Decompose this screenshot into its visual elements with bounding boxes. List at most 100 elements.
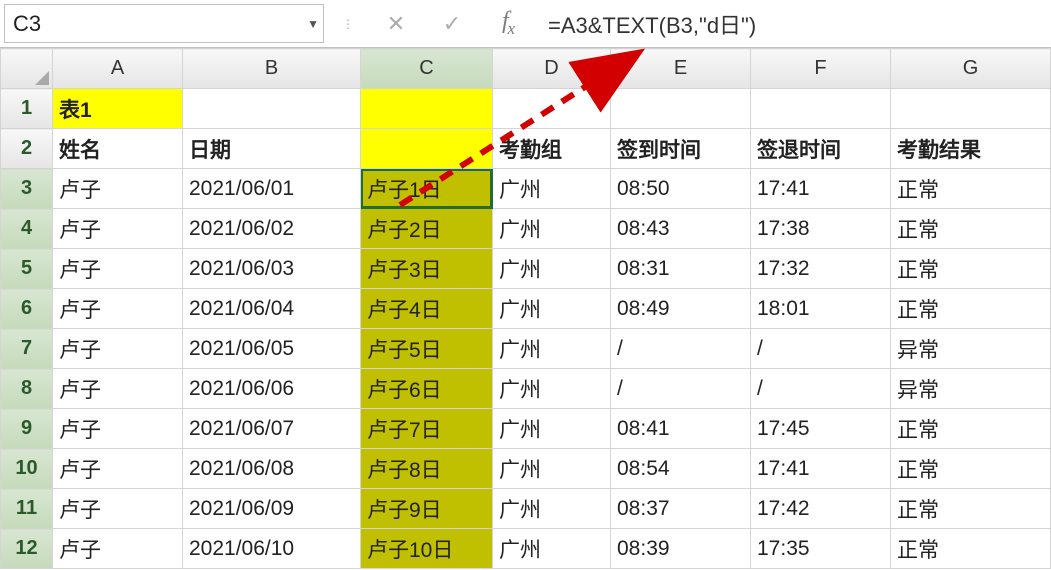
- name-box[interactable]: C3 ▼: [4, 4, 324, 43]
- row-header[interactable]: 10: [1, 449, 53, 489]
- row-header[interactable]: 2: [1, 129, 53, 169]
- row-header[interactable]: 4: [1, 209, 53, 249]
- spreadsheet-grid[interactable]: ABCDEFG 1表12姓名日期考勤组签到时间签退时间考勤结果3卢子2021/0…: [0, 48, 1051, 570]
- cell[interactable]: 08:37: [611, 489, 751, 529]
- cell[interactable]: [361, 129, 493, 169]
- cell[interactable]: 卢子: [53, 529, 183, 569]
- row-header[interactable]: 8: [1, 369, 53, 409]
- cell[interactable]: 正常: [891, 449, 1051, 489]
- cell[interactable]: 17:42: [751, 489, 891, 529]
- row-header[interactable]: 1: [1, 89, 53, 129]
- cell[interactable]: [611, 89, 751, 129]
- column-header-C[interactable]: C: [361, 49, 493, 89]
- cell[interactable]: 正常: [891, 169, 1051, 209]
- cell[interactable]: 08:43: [611, 209, 751, 249]
- column-header-A[interactable]: A: [53, 49, 183, 89]
- cell[interactable]: 卢子6日: [361, 369, 493, 409]
- cell[interactable]: 08:41: [611, 409, 751, 449]
- cell[interactable]: 2021/06/09: [183, 489, 361, 529]
- cell[interactable]: 17:45: [751, 409, 891, 449]
- column-header-B[interactable]: B: [183, 49, 361, 89]
- cell[interactable]: 2021/06/05: [183, 329, 361, 369]
- name-box-dropdown-icon[interactable]: ▼: [307, 17, 319, 31]
- row-header[interactable]: 7: [1, 329, 53, 369]
- cell[interactable]: 2021/06/10: [183, 529, 361, 569]
- cell[interactable]: [183, 89, 361, 129]
- cell[interactable]: 17:35: [751, 529, 891, 569]
- cell[interactable]: 卢子: [53, 249, 183, 289]
- cell[interactable]: 广州: [493, 209, 611, 249]
- cell[interactable]: 广州: [493, 169, 611, 209]
- formula-input[interactable]: =A3&TEXT(B3,"d日"): [536, 0, 1051, 47]
- cell[interactable]: 2021/06/04: [183, 289, 361, 329]
- row-header[interactable]: 9: [1, 409, 53, 449]
- cell[interactable]: 广州: [493, 249, 611, 289]
- cell[interactable]: 卢子: [53, 169, 183, 209]
- column-header-G[interactable]: G: [891, 49, 1051, 89]
- enter-button[interactable]: ✓: [424, 0, 480, 47]
- cancel-button[interactable]: ✕: [368, 0, 424, 47]
- column-header-D[interactable]: D: [493, 49, 611, 89]
- cell[interactable]: 卢子5日: [361, 329, 493, 369]
- select-all-corner[interactable]: [1, 49, 53, 89]
- row-header[interactable]: 5: [1, 249, 53, 289]
- cell[interactable]: 2021/06/02: [183, 209, 361, 249]
- cell[interactable]: 卢子: [53, 489, 183, 529]
- cell[interactable]: 姓名: [53, 129, 183, 169]
- cell[interactable]: 异常: [891, 329, 1051, 369]
- cell[interactable]: [751, 89, 891, 129]
- cell[interactable]: 签退时间: [751, 129, 891, 169]
- cell[interactable]: 正常: [891, 209, 1051, 249]
- cell[interactable]: /: [611, 329, 751, 369]
- row-header[interactable]: 11: [1, 489, 53, 529]
- cell[interactable]: 卢子7日: [361, 409, 493, 449]
- column-header-F[interactable]: F: [751, 49, 891, 89]
- cell[interactable]: 正常: [891, 289, 1051, 329]
- cell[interactable]: 卢子: [53, 369, 183, 409]
- row-header[interactable]: 6: [1, 289, 53, 329]
- cell[interactable]: 17:32: [751, 249, 891, 289]
- row-header[interactable]: 3: [1, 169, 53, 209]
- cell[interactable]: 卢子2日: [361, 209, 493, 249]
- cell[interactable]: 2021/06/08: [183, 449, 361, 489]
- cell[interactable]: 2021/06/06: [183, 369, 361, 409]
- cell[interactable]: 17:38: [751, 209, 891, 249]
- column-header-E[interactable]: E: [611, 49, 751, 89]
- cell[interactable]: /: [751, 369, 891, 409]
- cell[interactable]: 卢子1日: [361, 169, 493, 209]
- cell[interactable]: 签到时间: [611, 129, 751, 169]
- cell[interactable]: 08:39: [611, 529, 751, 569]
- cell[interactable]: [891, 89, 1051, 129]
- cell[interactable]: 日期: [183, 129, 361, 169]
- cell[interactable]: 08:54: [611, 449, 751, 489]
- cell[interactable]: 17:41: [751, 169, 891, 209]
- cell[interactable]: [493, 89, 611, 129]
- cell[interactable]: 08:49: [611, 289, 751, 329]
- cell[interactable]: 08:50: [611, 169, 751, 209]
- cell[interactable]: 卢子: [53, 449, 183, 489]
- cell[interactable]: 正常: [891, 249, 1051, 289]
- cell[interactable]: /: [611, 369, 751, 409]
- cell[interactable]: 2021/06/07: [183, 409, 361, 449]
- cell[interactable]: 广州: [493, 529, 611, 569]
- row-header[interactable]: 12: [1, 529, 53, 569]
- cell[interactable]: 正常: [891, 489, 1051, 529]
- cell[interactable]: 表1: [53, 89, 183, 129]
- cell[interactable]: 18:01: [751, 289, 891, 329]
- cell[interactable]: 卢子3日: [361, 249, 493, 289]
- cell[interactable]: 卢子8日: [361, 449, 493, 489]
- cell[interactable]: 卢子: [53, 209, 183, 249]
- cell[interactable]: 卢子9日: [361, 489, 493, 529]
- cell[interactable]: 正常: [891, 529, 1051, 569]
- cell[interactable]: 广州: [493, 329, 611, 369]
- cell[interactable]: 广州: [493, 369, 611, 409]
- cell[interactable]: 考勤组: [493, 129, 611, 169]
- cell[interactable]: 异常: [891, 369, 1051, 409]
- insert-function-button[interactable]: fx: [480, 0, 536, 47]
- cell[interactable]: 考勤结果: [891, 129, 1051, 169]
- cell[interactable]: 08:31: [611, 249, 751, 289]
- cell[interactable]: 卢子: [53, 409, 183, 449]
- cell[interactable]: 卢子10日: [361, 529, 493, 569]
- cell[interactable]: 广州: [493, 289, 611, 329]
- cell[interactable]: 广州: [493, 409, 611, 449]
